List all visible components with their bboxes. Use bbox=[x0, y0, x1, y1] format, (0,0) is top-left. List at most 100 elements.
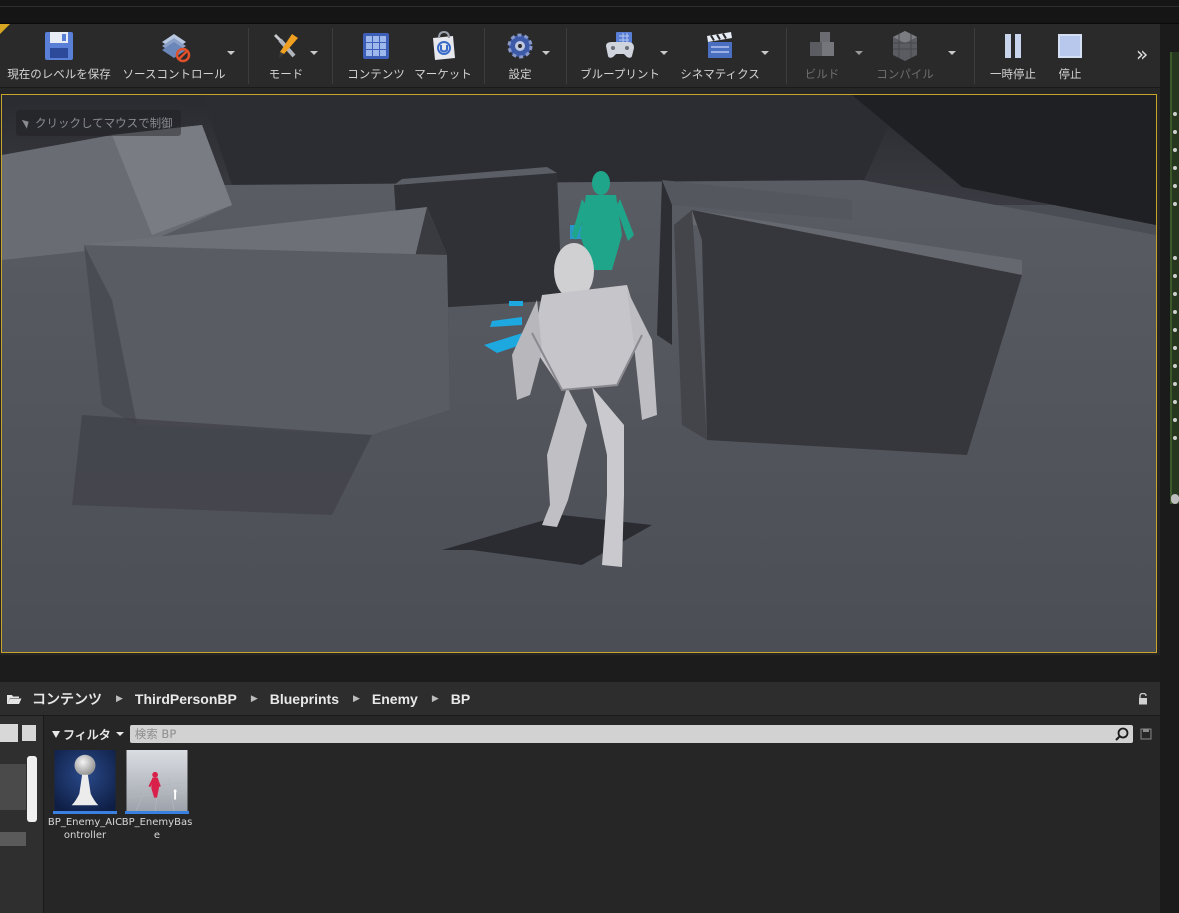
ai-controller-pawn-icon bbox=[53, 750, 117, 814]
details-panel-edge bbox=[1160, 24, 1179, 913]
visibility-eye-icon[interactable] bbox=[1173, 202, 1177, 206]
compile-label: コンパイル bbox=[876, 67, 934, 81]
sources-panel-collapsed bbox=[0, 716, 44, 913]
marketplace-label: マーケット bbox=[414, 67, 472, 81]
folder-tree-item[interactable] bbox=[0, 832, 26, 846]
breadcrumb-item[interactable]: Enemy bbox=[372, 691, 418, 707]
save-icon bbox=[45, 32, 73, 60]
pause-icon bbox=[1005, 34, 1021, 58]
visibility-eye-icon[interactable] bbox=[1173, 166, 1177, 170]
funnel-icon bbox=[52, 730, 60, 738]
navmesh-patch bbox=[509, 301, 523, 306]
content-label: コンテンツ bbox=[347, 67, 405, 81]
source-control-dropdown-arrow[interactable] bbox=[227, 51, 235, 55]
viewport-scene[interactable] bbox=[2, 95, 1156, 652]
stop-icon bbox=[1058, 34, 1082, 58]
compile-icon bbox=[893, 31, 917, 61]
modes-button[interactable]: モード bbox=[262, 28, 310, 86]
build-icon bbox=[810, 32, 834, 56]
visibility-eye-icon[interactable] bbox=[1173, 274, 1177, 278]
breadcrumb-arrow-icon[interactable]: ▶ bbox=[251, 694, 258, 704]
folder-tree-item[interactable] bbox=[0, 764, 26, 810]
visibility-eye-icon[interactable] bbox=[1173, 148, 1177, 152]
toolbar-separator bbox=[974, 28, 975, 84]
blueprint-button[interactable]: ブループリント bbox=[578, 28, 662, 86]
compile-dropdown-arrow[interactable] bbox=[948, 51, 956, 55]
pause-button[interactable]: 一時停止 bbox=[988, 28, 1038, 86]
list-view-icon[interactable] bbox=[22, 725, 36, 741]
click-to-control-hint[interactable]: クリックしてマウスで制御 bbox=[16, 110, 181, 136]
visibility-eye-icon[interactable] bbox=[1173, 364, 1177, 368]
lock-icon[interactable] bbox=[1138, 693, 1148, 705]
breadcrumb-arrow-icon[interactable]: ▶ bbox=[353, 694, 360, 704]
toolbar-separator bbox=[332, 28, 333, 84]
blueprint-icon bbox=[606, 32, 634, 58]
level-viewport[interactable]: クリックしてマウスで制御 bbox=[1, 94, 1157, 653]
search-icon[interactable] bbox=[0, 724, 18, 742]
visibility-eye-icon[interactable] bbox=[1173, 256, 1177, 260]
breadcrumb-item[interactable]: Blueprints bbox=[270, 691, 339, 707]
visibility-eye-icon[interactable] bbox=[1173, 184, 1177, 188]
breadcrumb-item[interactable]: ThirdPersonBP bbox=[135, 691, 237, 707]
pause-label: 一時停止 bbox=[990, 67, 1036, 81]
settings-dropdown-arrow[interactable] bbox=[542, 51, 550, 55]
blueprint-dropdown-arrow[interactable] bbox=[660, 51, 668, 55]
build-button[interactable]: ビルド bbox=[800, 28, 844, 86]
filter-button[interactable]: フィルタ bbox=[52, 726, 130, 743]
source-control-button[interactable]: ソースコントロール bbox=[122, 28, 226, 86]
stop-label: 停止 bbox=[1058, 67, 1082, 81]
character-blueprint-thumbnail bbox=[125, 750, 189, 814]
cinematics-icon bbox=[707, 32, 732, 58]
click-hint-label: クリックしてマウスで制御 bbox=[35, 116, 173, 130]
search-icon[interactable] bbox=[1115, 727, 1129, 741]
cursor-icon bbox=[21, 117, 32, 129]
save-search-icon[interactable] bbox=[1140, 728, 1152, 740]
toolbar-separator bbox=[248, 28, 249, 84]
sources-scrollbar[interactable] bbox=[27, 756, 37, 822]
toolbar-separator bbox=[786, 28, 787, 84]
breadcrumb-arrow-icon[interactable]: ▶ bbox=[432, 694, 439, 704]
visibility-eye-icon[interactable] bbox=[1173, 328, 1177, 332]
visibility-eye-icon[interactable] bbox=[1173, 112, 1177, 116]
modes-dropdown-arrow[interactable] bbox=[310, 51, 318, 55]
cinematics-button[interactable]: シネマティクス bbox=[678, 28, 762, 86]
compile-button[interactable]: コンパイル bbox=[872, 28, 938, 86]
panel-divider bbox=[0, 655, 1160, 682]
visibility-eye-icon[interactable] bbox=[1173, 130, 1177, 134]
stop-button[interactable]: 停止 bbox=[1050, 28, 1090, 86]
panel-splitter-handle[interactable] bbox=[1171, 494, 1179, 504]
visibility-eye-icon[interactable] bbox=[1173, 436, 1177, 440]
visibility-eye-icon[interactable] bbox=[1173, 292, 1177, 296]
breadcrumb-arrow-icon[interactable]: ▶ bbox=[116, 694, 123, 704]
save-level-button[interactable]: 現在のレベルを保存 bbox=[6, 28, 112, 86]
asset-tile[interactable]: BP_EnemyBase bbox=[122, 750, 192, 842]
title-bar bbox=[0, 0, 1179, 24]
folder-open-icon[interactable] bbox=[6, 693, 22, 705]
blueprint-label: ブループリント bbox=[580, 67, 660, 81]
breadcrumb: コンテンツ ▶ ThirdPersonBP ▶ Blueprints ▶ Ene… bbox=[0, 682, 1160, 716]
asset-tile[interactable]: BP_Enemy_AIController bbox=[48, 750, 122, 842]
asset-name: BP_EnemyBase bbox=[121, 817, 193, 841]
filter-label: フィルタ bbox=[63, 727, 111, 742]
breadcrumb-item[interactable]: コンテンツ bbox=[32, 689, 102, 709]
content-button[interactable]: コンテンツ bbox=[344, 28, 408, 86]
visibility-eye-icon[interactable] bbox=[1173, 418, 1177, 422]
cinematics-label: シネマティクス bbox=[680, 67, 760, 81]
asset-search-input[interactable]: 検索 BP bbox=[129, 725, 1134, 743]
save-level-label: 現在のレベルを保存 bbox=[7, 67, 111, 81]
breadcrumb-item[interactable]: BP bbox=[451, 691, 470, 707]
filter-bar: フィルタ 検索 BP bbox=[52, 724, 1152, 744]
visibility-eye-icon[interactable] bbox=[1173, 346, 1177, 350]
settings-button[interactable]: 設定 bbox=[500, 28, 540, 86]
toolbar-separator bbox=[484, 28, 485, 84]
left-box-front bbox=[84, 245, 450, 435]
marketplace-button[interactable]: マーケット bbox=[412, 28, 474, 86]
source-control-icon bbox=[162, 34, 191, 63]
toolbar-overflow-chevron-icon[interactable]: » bbox=[1136, 42, 1148, 66]
visibility-eye-icon[interactable] bbox=[1173, 400, 1177, 404]
visibility-eye-icon[interactable] bbox=[1173, 310, 1177, 314]
cinematics-dropdown-arrow[interactable] bbox=[761, 51, 769, 55]
search-placeholder: 検索 BP bbox=[134, 727, 177, 741]
visibility-eye-icon[interactable] bbox=[1173, 382, 1177, 386]
build-dropdown-arrow[interactable] bbox=[855, 51, 863, 55]
